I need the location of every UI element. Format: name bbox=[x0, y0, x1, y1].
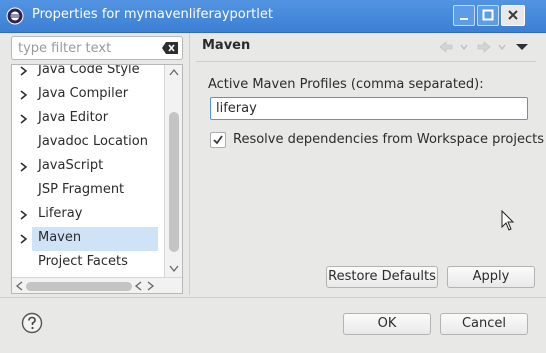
resolve-workspace-label[interactable]: Resolve dependencies from Workspace proj… bbox=[233, 132, 544, 147]
tree-item-liferay[interactable]: Liferay bbox=[12, 203, 158, 227]
filter-field[interactable]: type filter text bbox=[11, 36, 183, 60]
tree-item-project-facets[interactable]: Project Facets bbox=[12, 251, 158, 275]
active-profiles-input[interactable] bbox=[210, 97, 528, 120]
back-arrow-icon[interactable] bbox=[439, 41, 453, 53]
navigation-panel: type filter text Java Code Style Java Co… bbox=[8, 33, 188, 296]
tree-item-label: JSP Fragment bbox=[38, 182, 125, 197]
scrollbar-thumb[interactable] bbox=[169, 112, 179, 252]
expand-arrow-icon[interactable] bbox=[19, 89, 29, 101]
resolve-workspace-checkbox[interactable] bbox=[210, 132, 226, 148]
footer-separator bbox=[0, 297, 546, 298]
filter-input[interactable]: type filter text bbox=[18, 41, 111, 56]
ok-button[interactable]: OK bbox=[343, 313, 431, 335]
scroll-left-icon[interactable] bbox=[134, 281, 142, 291]
tree-item-label: Project Facets bbox=[38, 254, 128, 269]
header-separator bbox=[196, 61, 536, 62]
cancel-button[interactable]: Cancel bbox=[440, 313, 528, 335]
forward-arrow-icon[interactable] bbox=[477, 41, 491, 53]
restore-defaults-button[interactable]: Restore Defaults bbox=[326, 266, 438, 288]
view-menu-icon[interactable] bbox=[516, 44, 528, 50]
tree-item-java-editor[interactable]: Java Editor bbox=[12, 107, 158, 131]
expand-arrow-icon[interactable] bbox=[19, 233, 29, 245]
minimize-icon bbox=[460, 18, 468, 20]
maximize-icon bbox=[482, 9, 494, 21]
maximize-button[interactable] bbox=[477, 5, 499, 26]
expand-arrow-icon[interactable] bbox=[19, 209, 29, 221]
close-button[interactable] bbox=[501, 5, 525, 26]
property-tree[interactable]: Java Code Style Java Compiler Java Edito… bbox=[11, 64, 183, 294]
eclipse-icon bbox=[6, 7, 24, 25]
help-icon[interactable] bbox=[21, 312, 43, 334]
tree-item-label: Javadoc Location bbox=[38, 134, 148, 149]
vertical-scrollbar[interactable] bbox=[164, 65, 182, 277]
minimize-button[interactable] bbox=[453, 5, 475, 26]
tree-item-label: Java Code Style bbox=[38, 64, 140, 77]
back-dropdown-icon[interactable] bbox=[460, 44, 468, 51]
scroll-up-icon[interactable] bbox=[169, 68, 179, 76]
expand-arrow-icon[interactable] bbox=[19, 65, 29, 77]
tree-item-label: Liferay bbox=[38, 206, 83, 221]
tree-item-label: Java Editor bbox=[38, 110, 109, 125]
panel-divider[interactable] bbox=[189, 33, 190, 295]
expand-arrow-icon[interactable] bbox=[19, 113, 29, 125]
tree-item-javadoc-location[interactable]: Javadoc Location bbox=[12, 131, 158, 155]
mouse-pointer-icon bbox=[501, 210, 515, 231]
checkmark-icon bbox=[213, 135, 223, 145]
tree-item-jsp-fragment[interactable]: JSP Fragment bbox=[12, 179, 158, 203]
tree-item-java-code-style[interactable]: Java Code Style bbox=[12, 64, 158, 83]
tree-item-java-compiler[interactable]: Java Compiler bbox=[12, 83, 158, 107]
page-title: Maven bbox=[202, 38, 251, 53]
scroll-left-icon[interactable] bbox=[15, 281, 23, 291]
tree-item-label: Maven bbox=[38, 230, 82, 245]
tree-item-maven[interactable]: Maven bbox=[32, 227, 158, 251]
forward-dropdown-icon[interactable] bbox=[498, 44, 506, 51]
tree-item-javascript[interactable]: JavaScript bbox=[12, 155, 158, 179]
close-icon bbox=[508, 10, 518, 20]
expand-arrow-icon[interactable] bbox=[19, 161, 29, 173]
title-bar[interactable]: Properties for mymavenliferayportlet bbox=[0, 0, 546, 33]
horizontal-scrollbar[interactable] bbox=[12, 277, 182, 293]
page-navigation-controls[interactable] bbox=[438, 40, 530, 54]
scrollbar-thumb[interactable] bbox=[26, 282, 132, 291]
active-profiles-label: Active Maven Profiles (comma separated): bbox=[208, 77, 484, 92]
apply-button[interactable]: Apply bbox=[447, 266, 535, 288]
clear-filter-icon[interactable] bbox=[162, 42, 178, 54]
window-title: Properties for mymavenliferayportlet bbox=[32, 7, 273, 22]
scroll-down-icon[interactable] bbox=[169, 265, 179, 273]
tree-item-label: Java Compiler bbox=[38, 86, 129, 101]
tree-item-label: JavaScript bbox=[38, 158, 104, 173]
scroll-right-icon[interactable] bbox=[147, 281, 155, 291]
